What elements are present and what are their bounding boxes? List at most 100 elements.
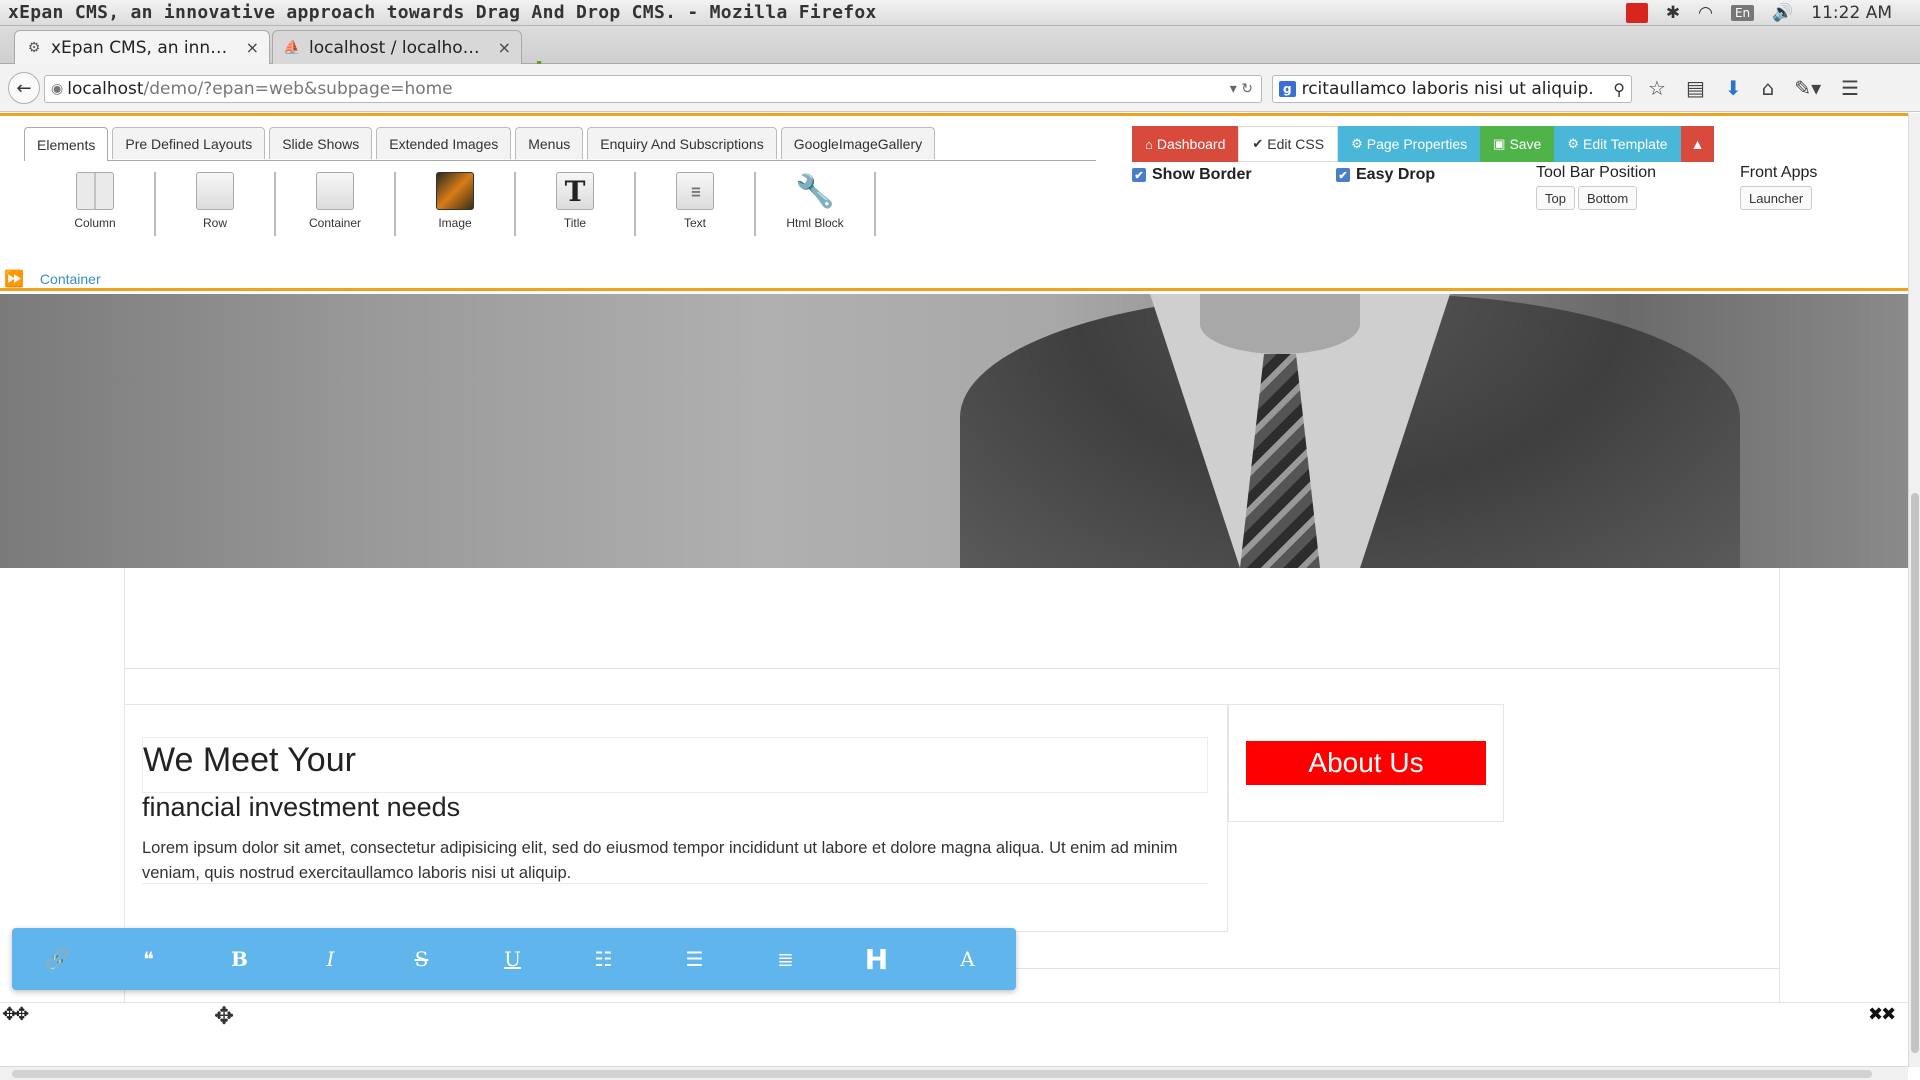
element-row[interactable]: Row xyxy=(156,172,276,236)
vertical-scroll-thumb[interactable] xyxy=(1911,493,1919,1053)
element-image[interactable]: Image xyxy=(396,172,516,236)
element-palette: Column Row Container Image T Title ≡ Tex… xyxy=(36,172,876,236)
tab-close-icon[interactable]: × xyxy=(498,38,511,57)
page-properties-label: Page Properties xyxy=(1366,136,1468,152)
move-cursor-icon: ✥ xyxy=(214,1002,235,1030)
breadcrumb-container-link[interactable]: Container xyxy=(40,271,101,287)
vertical-scrollbar[interactable] xyxy=(1908,113,1920,1067)
ordered-list-icon[interactable]: ☷ xyxy=(558,947,649,971)
title-t-icon: T xyxy=(556,172,594,210)
row-divider xyxy=(124,668,1780,669)
double-chevron-right-icon[interactable]: ⏩ xyxy=(4,269,24,289)
wrench-icon: 🔧 xyxy=(795,172,835,210)
toolbar-top-button[interactable]: Top xyxy=(1536,186,1575,210)
bold-button[interactable]: B xyxy=(194,947,285,971)
gear-icon: ⚙ xyxy=(1567,136,1580,151)
save-label: Save xyxy=(1509,136,1542,152)
google-search-engine-icon[interactable]: g xyxy=(1279,81,1296,97)
back-arrow-icon[interactable]: ← xyxy=(8,72,40,104)
checkmark-icon: ✔ xyxy=(1252,136,1264,151)
footer-row[interactable] xyxy=(0,1002,1908,1030)
hero-chin-shape xyxy=(1200,294,1360,354)
browser-tab-xepan[interactable]: ⚙ xEpan CMS, an inn… × xyxy=(14,30,270,64)
page-subheading[interactable]: financial investment needs xyxy=(142,792,460,823)
edit-template-button[interactable]: ⚙ Edit Template xyxy=(1554,126,1681,162)
keyboard-layout-indicator[interactable]: En xyxy=(1730,5,1755,21)
url-bar[interactable]: ◉ localhost /demo/?epan=web&subpage=home… xyxy=(44,75,1262,103)
element-label: Title xyxy=(563,216,587,230)
page-heading[interactable]: We Meet Your xyxy=(142,737,1208,793)
page-properties-button[interactable]: ⚙ Page Properties xyxy=(1338,126,1481,162)
save-button[interactable]: ▣ Save xyxy=(1480,126,1555,162)
element-label: Html Block xyxy=(786,216,844,230)
tab-elements[interactable]: Elements xyxy=(24,127,109,161)
menu-hamburger-icon[interactable]: ☰ xyxy=(1841,76,1859,100)
tab-predefined-layouts[interactable]: Pre Defined Layouts xyxy=(112,127,266,159)
download-arrow-icon[interactable]: ⬇ xyxy=(1725,76,1742,100)
home-icon: ⌂ xyxy=(1145,136,1153,152)
horizontal-scroll-thumb[interactable] xyxy=(12,1070,1872,1078)
cms-action-buttons: ⌂ Dashboard ✔ Edit CSS ⚙ Page Properties… xyxy=(1132,126,1715,162)
edit-template-label: Edit Template xyxy=(1583,136,1668,152)
text-editor-toolbar: 🔗 ❝ B I S U ☷ ☰ ≣ H A xyxy=(12,928,1016,990)
search-icon[interactable]: ⚲ xyxy=(1613,80,1625,99)
link-icon[interactable]: 🔗 xyxy=(12,947,103,971)
launcher-button[interactable]: Launcher xyxy=(1740,186,1813,210)
close-x-icon[interactable]: ✖✖ xyxy=(1868,1004,1896,1025)
search-input-text[interactable]: rcitaullamco laboris nisi ut aliquip. xyxy=(1302,79,1614,99)
tab-google-image-gallery[interactable]: GoogleImageGallery xyxy=(780,127,936,159)
show-border-label: Show Border xyxy=(1152,166,1252,183)
strikethrough-button[interactable]: S xyxy=(376,947,467,971)
element-label: Text xyxy=(683,216,706,230)
heading-button[interactable]: H xyxy=(831,943,922,976)
font-button[interactable]: A xyxy=(922,947,1013,971)
checkbox-checked-icon[interactable]: ✔ xyxy=(1336,168,1350,182)
underline-button[interactable]: U xyxy=(467,947,558,971)
unordered-list-icon[interactable]: ☰ xyxy=(649,947,740,971)
home-icon[interactable]: ⌂ xyxy=(1762,76,1775,100)
tray-app-icon[interactable] xyxy=(1625,3,1648,23)
show-border-checkbox[interactable]: ✔ Show Border xyxy=(1132,166,1252,184)
browser-nav-bar: ← ◉ localhost /demo/?epan=web&subpage=ho… xyxy=(0,64,1920,112)
element-title[interactable]: T Title xyxy=(516,172,636,236)
bookmarks-list-icon[interactable]: ▤ xyxy=(1686,76,1705,100)
element-label: Image xyxy=(438,216,472,230)
search-bar[interactable]: g rcitaullamco laboris nisi ut aliquip. … xyxy=(1272,75,1632,103)
caret-up-icon[interactable]: ▲ xyxy=(1680,126,1715,162)
about-us-button[interactable]: About Us xyxy=(1246,741,1486,785)
browser-tab-localhost[interactable]: ⛵ localhost / localho… × xyxy=(272,30,522,64)
italic-button[interactable]: I xyxy=(285,947,376,971)
tab-extended-images[interactable]: Extended Images xyxy=(376,127,512,159)
edit-css-button[interactable]: ✔ Edit CSS xyxy=(1238,126,1339,162)
dashboard-button[interactable]: ⌂ Dashboard xyxy=(1132,126,1239,162)
url-path: /demo/?epan=web&subpage=home xyxy=(143,79,453,99)
easy-drop-checkbox[interactable]: ✔ Easy Drop xyxy=(1336,166,1435,184)
element-column[interactable]: Column xyxy=(36,172,156,236)
tab-enquiry-subscriptions[interactable]: Enquiry And Subscriptions xyxy=(587,127,777,159)
checkbox-checked-icon[interactable]: ✔ xyxy=(1132,168,1146,182)
toolbar-bottom-button[interactable]: Bottom xyxy=(1578,186,1638,210)
bookmark-star-icon[interactable]: ☆ xyxy=(1648,76,1666,100)
reload-icon[interactable]: ▾ ↻ xyxy=(1230,81,1253,97)
clock[interactable]: 11:22 AM xyxy=(1811,3,1892,23)
blockquote-icon[interactable]: ❝ xyxy=(103,947,194,971)
align-justify-icon[interactable]: ≣ xyxy=(740,947,831,971)
tab-menus[interactable]: Menus xyxy=(515,127,584,159)
horizontal-scrollbar[interactable] xyxy=(0,1066,1908,1080)
page-paragraph[interactable]: Lorem ipsum dolor sit amet, consectetur … xyxy=(142,836,1208,884)
hero-banner-image[interactable] xyxy=(0,294,1908,568)
element-html-block[interactable]: 🔧 Html Block xyxy=(756,172,876,236)
tab-label: xEpan CMS, an inn… xyxy=(51,37,228,58)
volume-icon[interactable]: 🔊 xyxy=(1772,3,1793,23)
text-lines-icon: ≡ xyxy=(676,172,714,210)
wifi-icon[interactable]: ◠ xyxy=(1698,3,1713,23)
addon-icon[interactable]: ✎▾ xyxy=(1794,76,1821,100)
globe-icon: ◉ xyxy=(51,81,64,97)
element-container[interactable]: Container xyxy=(276,172,396,236)
tab-slide-shows[interactable]: Slide Shows xyxy=(269,127,373,159)
bluetooth-icon[interactable]: ✱ xyxy=(1666,3,1680,23)
tab-close-icon[interactable]: × xyxy=(246,38,259,57)
element-text[interactable]: ≡ Text xyxy=(636,172,756,236)
cms-editor-panel: Elements Pre Defined Layouts Slide Shows… xyxy=(0,113,1908,291)
move-handle-icon[interactable]: ✥✥ xyxy=(2,1004,29,1025)
